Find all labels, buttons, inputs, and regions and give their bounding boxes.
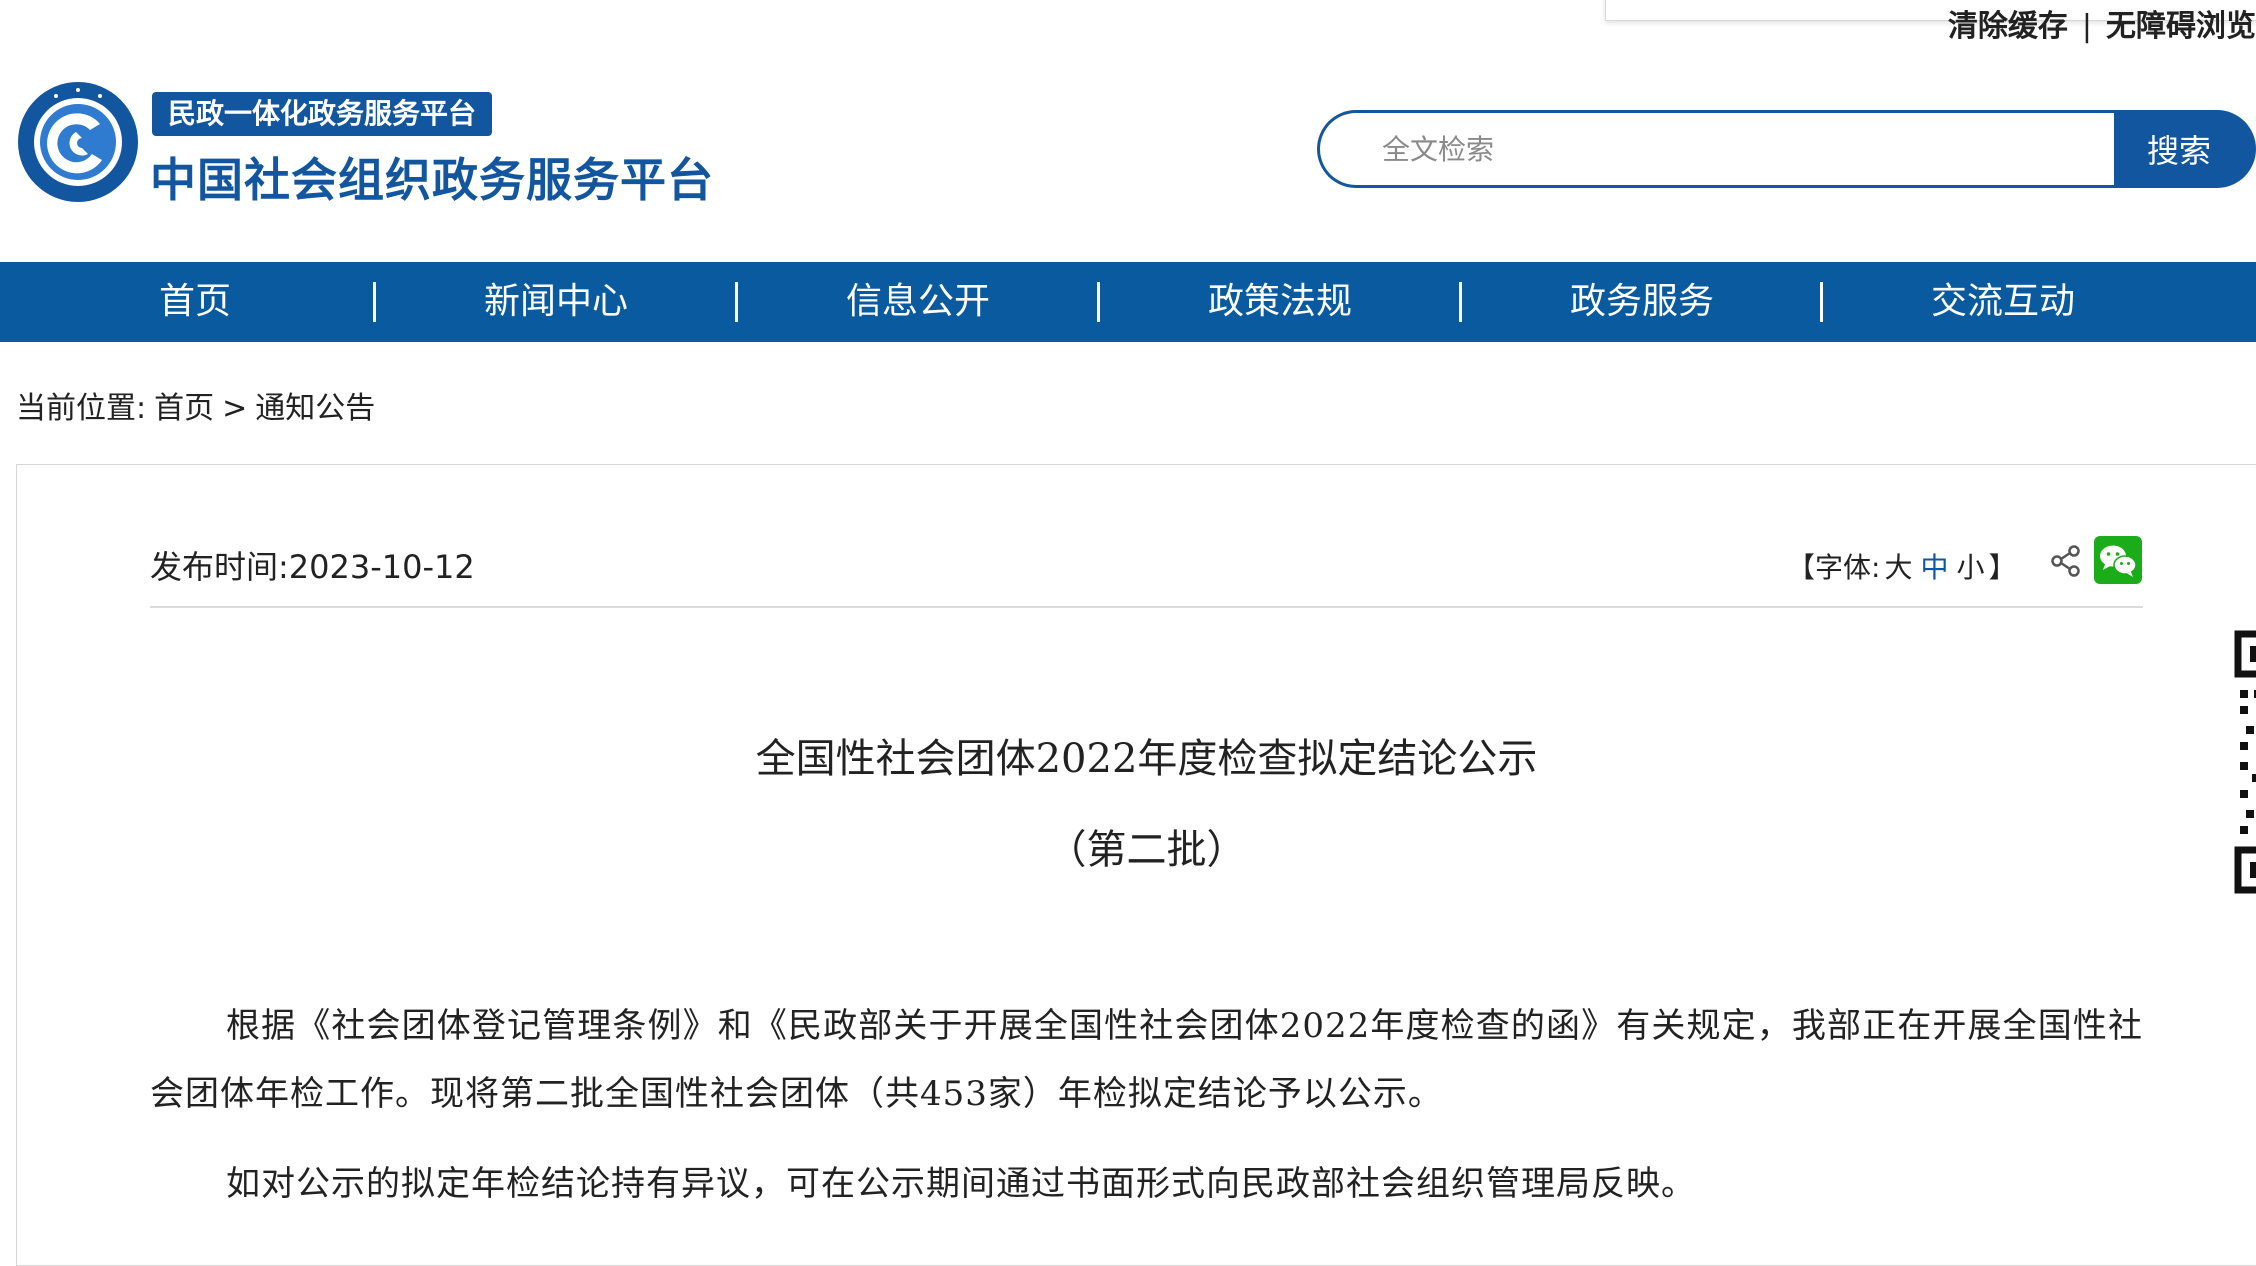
publish-label: 发布时间: bbox=[150, 548, 289, 586]
nav-item-services[interactable]: 政务服务 bbox=[1461, 262, 1823, 342]
font-size-medium[interactable]: 中 bbox=[1920, 551, 1948, 584]
org-emblem-icon[interactable] bbox=[16, 80, 140, 204]
article-subtitle: （第二批） bbox=[1046, 827, 1247, 873]
search-box: 搜索 bbox=[1317, 110, 2256, 188]
meta-divider bbox=[150, 606, 2143, 608]
breadcrumb: 当前位置: 首页 > 通知公告 bbox=[16, 383, 383, 427]
font-size-large[interactable]: 大 bbox=[1884, 551, 1912, 584]
breadcrumb-arrow: > bbox=[222, 391, 248, 426]
nav-item-info-disclosure[interactable]: 信息公开 bbox=[737, 262, 1099, 342]
search-input[interactable] bbox=[1317, 110, 2178, 188]
main-nav: 首页 新闻中心 信息公开 政策法规 政务服务 交流互动 bbox=[0, 262, 2256, 342]
nav-item-interaction[interactable]: 交流互动 bbox=[1822, 262, 2184, 342]
nav-item-policy[interactable]: 政策法规 bbox=[1099, 262, 1461, 342]
top-links-separator: | bbox=[2081, 10, 2092, 44]
qr-code-icon bbox=[2234, 630, 2256, 898]
platform-tag: 民政一体化政务服务平台 bbox=[152, 92, 493, 136]
wechat-icon[interactable] bbox=[2094, 536, 2142, 584]
accessibility-link[interactable]: 无障碍浏览 bbox=[2106, 10, 2256, 44]
article-paragraph: 根据《社会团体登记管理条例》和《民政部关于开展全国性社会团体2022年度检查的函… bbox=[150, 1006, 2143, 1114]
clear-cache-link[interactable]: 清除缓存 bbox=[1948, 10, 2068, 44]
font-control-open: 【字体: bbox=[1787, 551, 1881, 584]
nav-item-home[interactable]: 首页 bbox=[14, 262, 376, 342]
publish-date-value: 2023-10-12 bbox=[288, 548, 475, 586]
breadcrumb-home-link[interactable]: 首页 bbox=[154, 391, 214, 426]
publish-date: 发布时间:2023-10-12 bbox=[150, 542, 475, 588]
nav-item-news[interactable]: 新闻中心 bbox=[375, 262, 737, 342]
article-paragraph: 如对公示的拟定年检结论持有异议，可在公示期间通过书面形式向民政部社会组织管理局反… bbox=[226, 1164, 1696, 1204]
font-size-small[interactable]: 小 bbox=[1956, 551, 1984, 584]
article-title: 全国性社会团体2022年度检查拟定结论公示 bbox=[755, 736, 1538, 782]
search-button[interactable]: 搜索 bbox=[2114, 110, 2256, 188]
share-icon[interactable] bbox=[2050, 544, 2082, 578]
top-utility-links: 清除缓存 | 无障碍浏览 bbox=[1948, 10, 2256, 44]
breadcrumb-prefix: 当前位置: bbox=[16, 391, 147, 426]
breadcrumb-current[interactable]: 通知公告 bbox=[255, 391, 375, 426]
site-title[interactable]: 中国社会组织政务服务平台 bbox=[150, 144, 714, 210]
font-size-control: 【字体: 大中小】 bbox=[1787, 546, 2017, 586]
font-control-close: 】 bbox=[1988, 551, 2017, 584]
